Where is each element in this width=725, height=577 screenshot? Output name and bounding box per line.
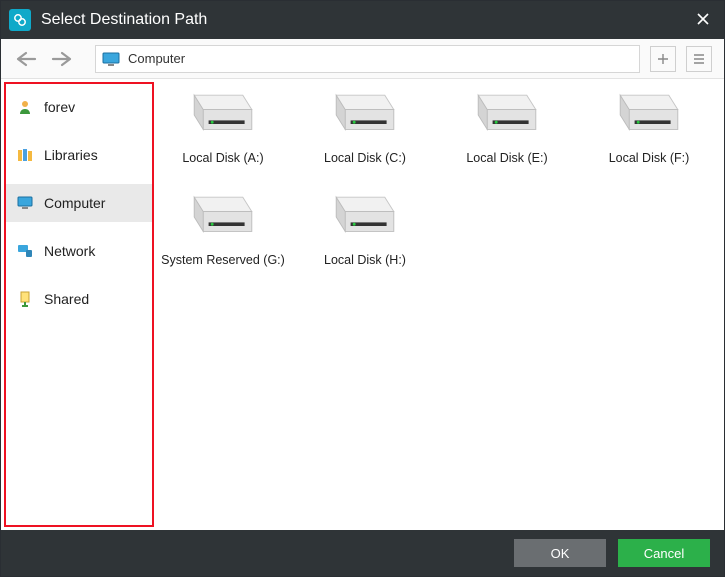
user-icon bbox=[16, 98, 34, 116]
disk-label: Local Disk (C:) bbox=[324, 151, 406, 165]
disk-label: System Reserved (G:) bbox=[161, 253, 285, 267]
disk-item[interactable]: System Reserved (G:) bbox=[158, 191, 288, 267]
sidebar-item-libraries[interactable]: Libraries bbox=[6, 136, 152, 174]
new-folder-button[interactable] bbox=[650, 46, 676, 72]
sidebar-item-label: Libraries bbox=[44, 147, 98, 163]
drive-icon bbox=[329, 191, 401, 243]
disk-label: Local Disk (E:) bbox=[466, 151, 547, 165]
arrow-left-icon bbox=[15, 51, 37, 67]
sidebar-item-label: Computer bbox=[44, 195, 105, 211]
close-icon bbox=[696, 12, 710, 26]
drive-icon bbox=[187, 191, 259, 243]
sidebar-item-label: Shared bbox=[44, 291, 89, 307]
dialog-body: forev Libraries Computer Network Shared bbox=[1, 79, 724, 530]
libraries-icon bbox=[16, 146, 34, 164]
sidebar-item-shared[interactable]: Shared bbox=[6, 280, 152, 318]
disk-label: Local Disk (A:) bbox=[182, 151, 263, 165]
network-icon bbox=[16, 242, 34, 260]
toolbar: Computer bbox=[1, 39, 724, 79]
sidebar-item-user[interactable]: forev bbox=[6, 88, 152, 126]
monitor-icon bbox=[102, 52, 120, 66]
disk-grid: Local Disk (A:) Local Disk (C:) Local Di… bbox=[158, 89, 722, 267]
list-icon bbox=[692, 52, 706, 66]
disk-label: Local Disk (H:) bbox=[324, 253, 406, 267]
plus-icon bbox=[656, 52, 670, 66]
disk-item[interactable]: Local Disk (F:) bbox=[584, 89, 714, 165]
content-area: Local Disk (A:) Local Disk (C:) Local Di… bbox=[156, 79, 724, 530]
shared-icon bbox=[16, 290, 34, 308]
disk-item[interactable]: Local Disk (A:) bbox=[158, 89, 288, 165]
path-text: Computer bbox=[128, 51, 185, 66]
drive-icon bbox=[187, 89, 259, 141]
sidebar-item-computer[interactable]: Computer bbox=[6, 184, 152, 222]
disk-label: Local Disk (F:) bbox=[609, 151, 690, 165]
app-icon bbox=[9, 9, 31, 31]
nav-back-button[interactable] bbox=[13, 48, 39, 70]
dialog-window: Select Destination Path Computer forev bbox=[0, 0, 725, 577]
drive-icon bbox=[471, 89, 543, 141]
sidebar: forev Libraries Computer Network Shared bbox=[4, 82, 154, 527]
close-button[interactable] bbox=[690, 10, 716, 31]
cancel-button[interactable]: Cancel bbox=[618, 539, 710, 567]
disk-item[interactable]: Local Disk (H:) bbox=[300, 191, 430, 267]
monitor-icon bbox=[16, 194, 34, 212]
sidebar-item-label: forev bbox=[44, 99, 75, 115]
view-list-button[interactable] bbox=[686, 46, 712, 72]
window-title: Select Destination Path bbox=[41, 11, 690, 29]
titlebar: Select Destination Path bbox=[1, 1, 724, 39]
footer: OK Cancel bbox=[1, 530, 724, 576]
arrow-right-icon bbox=[51, 51, 73, 67]
disk-item[interactable]: Local Disk (E:) bbox=[442, 89, 572, 165]
drive-icon bbox=[613, 89, 685, 141]
sidebar-item-label: Network bbox=[44, 243, 95, 259]
ok-button[interactable]: OK bbox=[514, 539, 606, 567]
drive-icon bbox=[329, 89, 401, 141]
nav-forward-button[interactable] bbox=[49, 48, 75, 70]
disk-item[interactable]: Local Disk (C:) bbox=[300, 89, 430, 165]
sidebar-item-network[interactable]: Network bbox=[6, 232, 152, 270]
path-breadcrumb[interactable]: Computer bbox=[95, 45, 640, 73]
